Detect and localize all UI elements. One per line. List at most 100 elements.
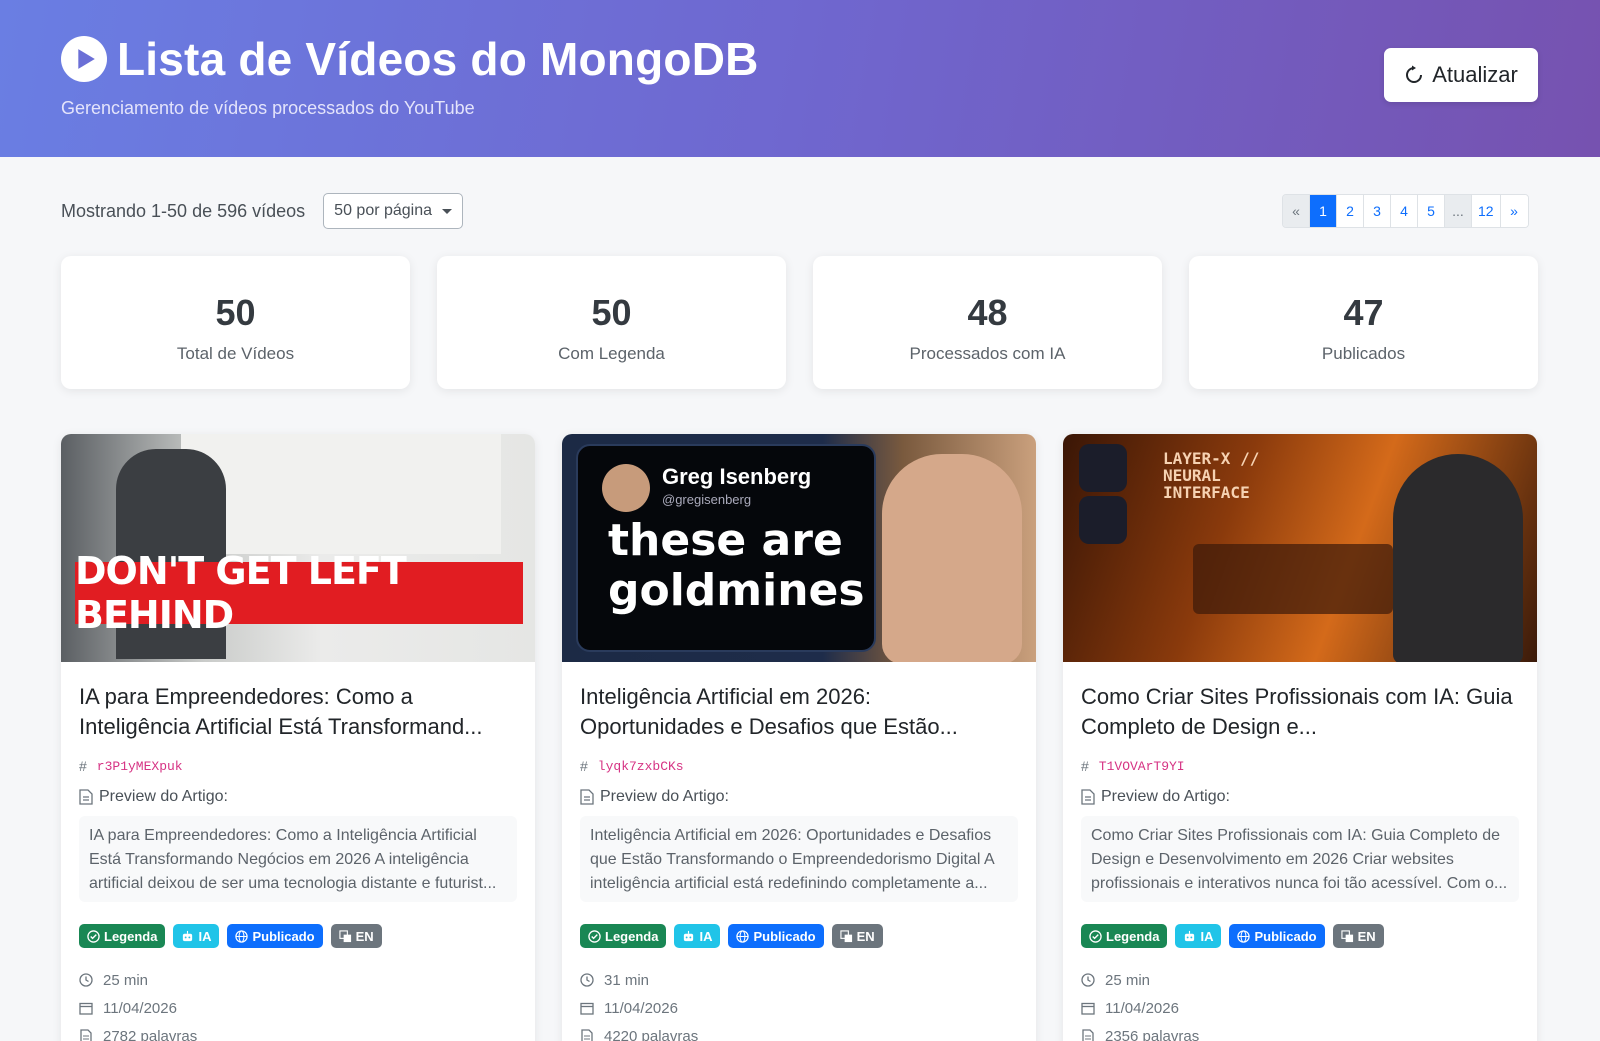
robot-icon <box>1185 930 1195 941</box>
refresh-icon <box>1406 65 1423 83</box>
page-header: Lista de Vídeos do MongoDB Gerenciamento… <box>0 0 1600 157</box>
hash-icon: # <box>580 758 588 774</box>
presenter-face <box>882 454 1022 662</box>
badge-legenda: Legenda <box>580 924 667 948</box>
video-thumbnail[interactable]: DON'T GET LEFT BEHIND <box>61 434 535 662</box>
document-icon <box>79 789 93 805</box>
status-badges: Legenda IA Publicado EN <box>1081 924 1519 948</box>
translate-icon <box>839 929 852 942</box>
badge-label: EN <box>1357 928 1376 944</box>
avatar <box>602 464 650 512</box>
stat-label: Com Legenda <box>558 344 665 363</box>
video-thumbnail[interactable]: Greg Isenberg @gregisenberg these are go… <box>562 434 1036 662</box>
pagination-page-1[interactable]: 1 <box>1310 195 1337 227</box>
meta-duration: 25 min <box>1081 966 1519 994</box>
words-value: 2356 palavras <box>1105 1027 1200 1041</box>
translate-icon <box>1340 929 1353 942</box>
video-card[interactable]: DON'T GET LEFT BEHIND IA para Empreended… <box>61 434 535 1041</box>
badge-publicado: Publicado <box>728 924 824 948</box>
video-id-row: # lyqk7zxbCKs <box>580 756 1018 776</box>
video-title[interactable]: IA para Empreendedores: Como a Inteligên… <box>79 682 517 742</box>
badge-label: Legenda <box>1106 928 1160 944</box>
badge-label: Legenda <box>605 928 659 944</box>
badge-label: IA <box>198 928 212 944</box>
file-text-icon <box>1082 1029 1094 1041</box>
thumbnail-text: these are goldmines <box>608 516 878 616</box>
video-meta: 25 min 11/04/2026 2782 palavras <box>79 966 517 1041</box>
clock-icon <box>1081 973 1095 987</box>
article-preview: Inteligência Artificial em 2026: Oportun… <box>580 816 1018 902</box>
robot-icon <box>684 930 694 941</box>
page-title: Lista de Vídeos do MongoDB <box>61 32 759 86</box>
stat-value: 50 <box>215 292 256 333</box>
page-title-text: Lista de Vídeos do MongoDB <box>117 33 759 85</box>
stat-label: Total de Vídeos <box>176 344 295 363</box>
badge-language: EN <box>831 924 883 948</box>
thumbnail-text: DON'T GET LEFT BEHIND <box>75 549 407 637</box>
pagination-page-4[interactable]: 4 <box>1391 195 1418 227</box>
stat-card-ai-processed: 48 Processados com IA <box>813 256 1162 389</box>
duration-value: 25 min <box>1105 971 1151 989</box>
badge-label: EN <box>355 928 374 944</box>
pagination-page-3[interactable]: 3 <box>1364 195 1391 227</box>
document-icon <box>1081 789 1095 805</box>
thumbnail-channel-handle: @gregisenberg <box>662 492 752 507</box>
check-circle-icon <box>1089 929 1102 943</box>
pagination-ellipsis: ... <box>1445 195 1472 227</box>
badge-label: IA <box>699 928 713 944</box>
translate-icon <box>338 929 351 942</box>
results-toolbar: Mostrando 1-50 de 596 vídeos 50 por pági… <box>61 193 464 229</box>
video-title[interactable]: Inteligência Artificial em 2026: Oportun… <box>580 682 1018 742</box>
video-id: r3P1yMEXpuk <box>96 758 183 774</box>
badge-publicado: Publicado <box>227 924 323 948</box>
calendar-icon <box>580 1002 594 1015</box>
badge-label: EN <box>856 928 875 944</box>
preview-label-text: Preview do Artigo: <box>1101 788 1230 805</box>
hash-icon: # <box>1081 758 1089 774</box>
pagination-next[interactable]: » <box>1500 195 1528 227</box>
stat-value: 48 <box>967 292 1008 333</box>
video-card[interactable]: Greg Isenberg @gregisenberg these are go… <box>562 434 1036 1041</box>
words-value: 4220 palavras <box>604 1027 699 1041</box>
badge-label: Publicado <box>1254 928 1317 944</box>
pagination-page-5[interactable]: 5 <box>1418 195 1445 227</box>
video-card[interactable]: LAYER-X // NEURAL INTERFACE Como Criar S… <box>1063 434 1537 1041</box>
clock-icon <box>79 973 93 987</box>
badge-label: Publicado <box>252 928 315 944</box>
badge-label: IA <box>1200 928 1214 944</box>
meta-date: 11/04/2026 <box>580 994 1018 1022</box>
preview-label: Preview do Artigo: <box>79 786 517 808</box>
pagination-page-2[interactable]: 2 <box>1337 195 1364 227</box>
article-preview: Como Criar Sites Profissionais com IA: G… <box>1081 816 1519 902</box>
badge-legenda: Legenda <box>1081 924 1168 948</box>
badge-ia: IA <box>173 924 220 948</box>
pagination-prev[interactable]: « <box>1283 195 1310 227</box>
badge-publicado: Publicado <box>1229 924 1325 948</box>
video-title[interactable]: Como Criar Sites Profissionais com IA: G… <box>1081 682 1519 742</box>
video-thumbnail[interactable]: LAYER-X // NEURAL INTERFACE <box>1063 434 1537 662</box>
badge-ia: IA <box>1175 924 1222 948</box>
pagination-page-last[interactable]: 12 <box>1472 195 1501 227</box>
thumbnail-text: LAYER-X // NEURAL INTERFACE <box>1163 449 1260 502</box>
meta-words: 2782 palavras <box>79 1022 517 1041</box>
stat-value: 47 <box>1343 292 1384 333</box>
calendar-icon <box>1081 1002 1095 1015</box>
play-circle-icon <box>61 36 107 82</box>
meta-duration: 31 min <box>580 966 1018 994</box>
per-page-select[interactable]: 50 por página <box>323 193 464 229</box>
video-id-row: # T1VOVArT9YI <box>1081 756 1519 776</box>
page-subtitle: Gerenciamento de vídeos processados do Y… <box>61 98 475 118</box>
status-badges: Legenda IA Publicado EN <box>79 924 517 948</box>
thumbnail-channel-name: Greg Isenberg <box>662 464 812 489</box>
video-meta: 31 min 11/04/2026 4220 palavras <box>580 966 1018 1041</box>
chevron-down-icon <box>442 209 453 214</box>
video-id: lyqk7zxbCKs <box>597 758 684 774</box>
stat-card-published: 47 Publicados <box>1189 256 1538 389</box>
meta-date: 11/04/2026 <box>79 994 517 1022</box>
refresh-button[interactable]: Atualizar <box>1384 48 1538 102</box>
file-text-icon <box>80 1029 92 1041</box>
app-icon-tile <box>1079 444 1127 492</box>
pagination: « 1 2 3 4 5 ... 12 » <box>1282 194 1529 228</box>
date-value: 11/04/2026 <box>604 999 678 1017</box>
globe-icon <box>736 929 750 943</box>
